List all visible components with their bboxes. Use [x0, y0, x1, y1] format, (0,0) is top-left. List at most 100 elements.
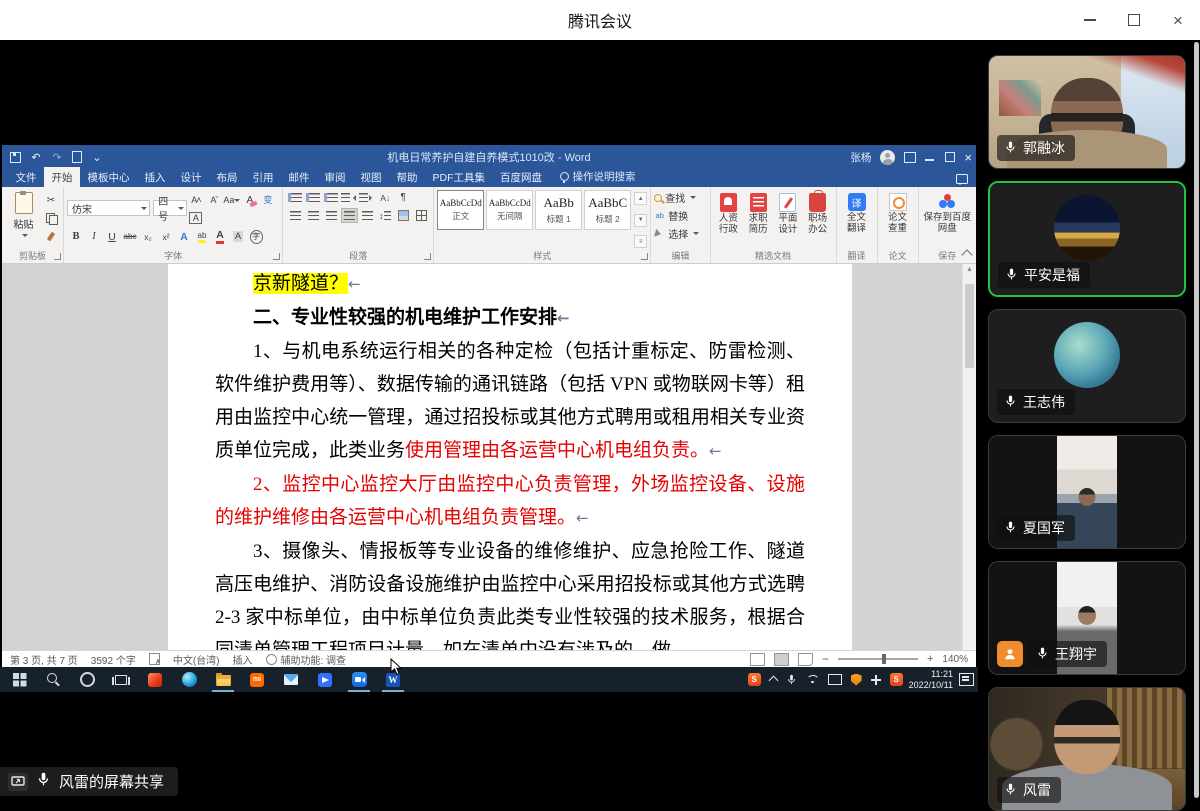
maximize-button[interactable]: [1112, 0, 1156, 40]
ribbon-tab[interactable]: 视图: [353, 167, 389, 187]
ribbon-tab[interactable]: PDF工具集: [425, 167, 493, 187]
change-case-icon[interactable]: [223, 193, 240, 208]
ribbon-tab[interactable]: 邮件: [281, 167, 317, 187]
zoom-in-icon[interactable]: +: [927, 653, 933, 665]
italic-icon[interactable]: [86, 229, 103, 244]
tray-shield-icon[interactable]: [851, 674, 862, 686]
word-restore-icon[interactable]: [945, 152, 955, 162]
paste-button[interactable]: 粘贴: [5, 190, 42, 250]
style-card[interactable]: AaBbCcDd正文: [437, 190, 484, 230]
outdent-icon[interactable]: [341, 190, 358, 205]
ribbon-tab[interactable]: 引用: [245, 167, 281, 187]
tell-me-search[interactable]: 操作说明搜索: [560, 169, 636, 187]
close-button[interactable]: ×: [1156, 0, 1200, 40]
comments-icon[interactable]: [956, 174, 968, 184]
ribbon-tab[interactable]: 插入: [137, 167, 173, 187]
zoom-level[interactable]: 140%: [942, 654, 968, 665]
taskbar-app-search[interactable]: [36, 667, 70, 692]
ribbon-tab[interactable]: 百度网盘: [493, 167, 550, 187]
ribbon-tab[interactable]: 帮助: [389, 167, 425, 187]
multilevel-list-icon[interactable]: [323, 190, 340, 205]
editing-item[interactable]: 选择: [654, 226, 699, 241]
underline-icon[interactable]: [104, 229, 121, 244]
participant-tile[interactable]: 平安是福: [988, 181, 1186, 297]
featured-doc-button[interactable]: 平面设计: [773, 190, 803, 250]
font-size-combo[interactable]: 四号: [153, 200, 187, 216]
redo-icon[interactable]: ↷: [51, 151, 63, 163]
zoom-slider[interactable]: [838, 658, 918, 660]
full-text-translate-button[interactable]: 全文翻译: [845, 190, 869, 250]
spellcheck-icon[interactable]: [149, 653, 160, 665]
taskbar-app-mi[interactable]: mi: [240, 667, 274, 692]
bold-icon[interactable]: [68, 229, 85, 244]
ribbon-tab[interactable]: 设计: [173, 167, 209, 187]
participant-tile[interactable]: 王翔宇: [988, 561, 1186, 675]
taskbar-app-explorer[interactable]: [206, 667, 240, 692]
page-indicator[interactable]: 第 3 页, 共 7 页: [10, 652, 78, 667]
undo-icon[interactable]: ↶: [30, 151, 42, 163]
borders-icon[interactable]: [413, 208, 430, 223]
subscript-icon[interactable]: [140, 229, 157, 244]
taskbar-app-mail[interactable]: [274, 667, 308, 692]
shrink-font-icon[interactable]: [205, 193, 222, 208]
tray-chevron-icon[interactable]: [768, 676, 778, 686]
style-card[interactable]: AaBb标题 1: [535, 190, 582, 230]
styles-up-icon[interactable]: ▲: [634, 192, 647, 205]
indent-icon[interactable]: [359, 190, 376, 205]
align-right-icon[interactable]: [323, 208, 340, 223]
account-avatar[interactable]: [880, 150, 895, 165]
dialog-launcher-icon[interactable]: [641, 253, 648, 260]
editing-item[interactable]: 查找: [654, 190, 699, 205]
word-close-icon[interactable]: ×: [964, 151, 972, 164]
tray-sogou-2-icon[interactable]: S: [890, 673, 903, 686]
cut-icon[interactable]: [43, 193, 60, 208]
featured-doc-button[interactable]: 人资行政: [714, 190, 744, 250]
participant-tile[interactable]: 夏国军: [988, 435, 1186, 549]
zoom-out-icon[interactable]: −: [822, 652, 829, 666]
tray-plus-icon[interactable]: [871, 675, 881, 685]
tray-mic-icon[interactable]: [786, 673, 797, 686]
print-layout-icon[interactable]: [774, 653, 789, 666]
save-icon[interactable]: [10, 152, 21, 163]
grow-font-icon[interactable]: [187, 193, 204, 208]
align-left-icon[interactable]: [287, 208, 304, 223]
strikethrough-icon[interactable]: [122, 229, 139, 244]
featured-doc-button[interactable]: 职场办公: [803, 190, 833, 250]
justify-icon[interactable]: [341, 208, 358, 223]
number-list-icon[interactable]: [305, 190, 322, 205]
tray-pc-icon[interactable]: [828, 674, 842, 685]
taskbar-app-office[interactable]: [138, 667, 172, 692]
highlight-icon[interactable]: [194, 229, 211, 244]
font-name-combo[interactable]: 仿宋: [67, 200, 150, 216]
word-count[interactable]: 3592 个字: [91, 652, 136, 667]
ribbon-display-options-icon[interactable]: [904, 152, 916, 163]
char-border-icon[interactable]: [187, 211, 204, 226]
show-marks-icon[interactable]: [395, 190, 412, 205]
accessibility-status[interactable]: 辅助功能: 调查: [281, 652, 347, 667]
minimize-button[interactable]: [1068, 0, 1112, 40]
taskbar-app-taskview[interactable]: [104, 667, 138, 692]
bullet-list-icon[interactable]: [287, 190, 304, 205]
style-card[interactable]: AaBbC标题 2: [584, 190, 631, 230]
copy-icon[interactable]: [43, 211, 60, 226]
ribbon-tab[interactable]: 文件: [8, 167, 44, 187]
text-effects-icon[interactable]: [176, 229, 193, 244]
ribbon-tab[interactable]: 开始: [44, 167, 80, 187]
insert-mode[interactable]: 插入: [233, 652, 253, 667]
ribbon-tab[interactable]: 布局: [209, 167, 245, 187]
vertical-scrollbar[interactable]: ▲: [962, 264, 976, 650]
phonetic-guide-icon[interactable]: [259, 192, 276, 207]
action-center-icon[interactable]: [959, 673, 974, 686]
styles-down-icon[interactable]: ▼: [634, 214, 647, 227]
clear-format-icon[interactable]: [241, 193, 258, 208]
editing-item[interactable]: 替换: [654, 208, 699, 223]
format-painter-icon[interactable]: [43, 229, 60, 244]
language-indicator[interactable]: 中文(台湾): [173, 652, 220, 667]
ribbon-tab[interactable]: 模板中心: [80, 167, 137, 187]
save-to-baidu-pan-button[interactable]: 保存到百度网盘: [923, 190, 971, 250]
sort-icon[interactable]: [377, 190, 394, 205]
shading-icon[interactable]: [395, 208, 412, 223]
qat-customize-icon[interactable]: ⌄: [91, 151, 103, 163]
char-shading-icon[interactable]: [230, 229, 247, 244]
taskbar-app-docs[interactable]: [308, 667, 342, 692]
